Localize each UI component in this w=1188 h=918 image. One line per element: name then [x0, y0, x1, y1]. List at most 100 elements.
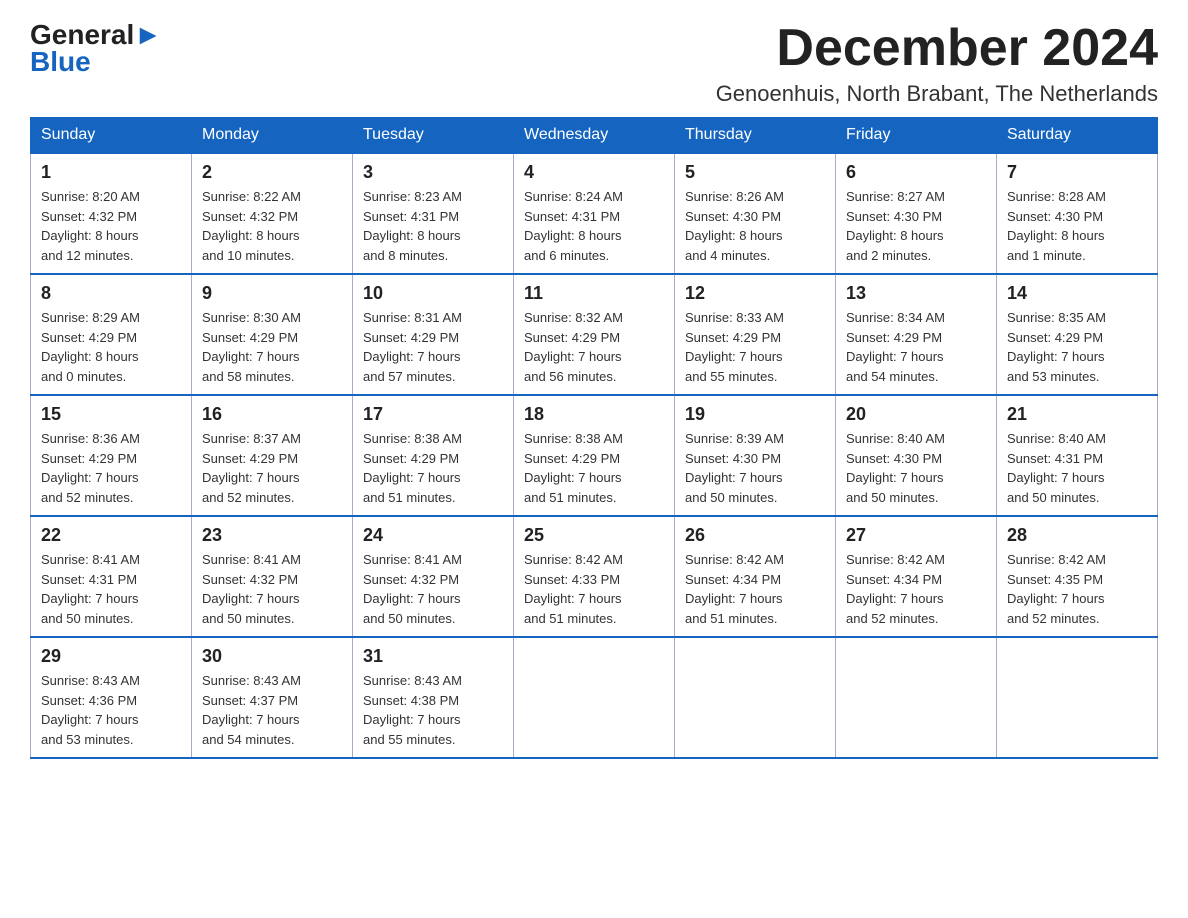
day-number: 28 [1007, 525, 1147, 546]
day-info: Sunrise: 8:36 AM Sunset: 4:29 PM Dayligh… [41, 429, 181, 507]
day-number: 14 [1007, 283, 1147, 304]
day-info: Sunrise: 8:43 AM Sunset: 4:38 PM Dayligh… [363, 671, 503, 749]
day-number: 12 [685, 283, 825, 304]
daylight-text2: and 53 minutes. [1007, 369, 1100, 384]
sunrise-text: Sunrise: 8:32 AM [524, 310, 623, 325]
daylight-text2: and 57 minutes. [363, 369, 456, 384]
daylight-text: Daylight: 8 hours [1007, 228, 1105, 243]
day-info: Sunrise: 8:42 AM Sunset: 4:34 PM Dayligh… [846, 550, 986, 628]
location-subtitle: Genoenhuis, North Brabant, The Netherlan… [716, 81, 1158, 107]
daylight-text: Daylight: 7 hours [41, 591, 139, 606]
daylight-text: Daylight: 7 hours [1007, 591, 1105, 606]
daylight-text2: and 0 minutes. [41, 369, 126, 384]
calendar-week-row: 22 Sunrise: 8:41 AM Sunset: 4:31 PM Dayl… [31, 516, 1158, 637]
daylight-text: Daylight: 8 hours [846, 228, 944, 243]
calendar-cell: 16 Sunrise: 8:37 AM Sunset: 4:29 PM Dayl… [192, 395, 353, 516]
daylight-text2: and 54 minutes. [846, 369, 939, 384]
daylight-text: Daylight: 8 hours [41, 228, 139, 243]
calendar-week-row: 8 Sunrise: 8:29 AM Sunset: 4:29 PM Dayli… [31, 274, 1158, 395]
day-number: 2 [202, 162, 342, 183]
daylight-text2: and 55 minutes. [685, 369, 778, 384]
calendar-cell: 24 Sunrise: 8:41 AM Sunset: 4:32 PM Dayl… [353, 516, 514, 637]
sunrise-text: Sunrise: 8:43 AM [363, 673, 462, 688]
daylight-text2: and 50 minutes. [846, 490, 939, 505]
sunset-text: Sunset: 4:29 PM [685, 330, 781, 345]
calendar-cell [514, 637, 675, 758]
day-number: 21 [1007, 404, 1147, 425]
daylight-text: Daylight: 7 hours [363, 349, 461, 364]
sunrise-text: Sunrise: 8:42 AM [1007, 552, 1106, 567]
sunrise-text: Sunrise: 8:40 AM [846, 431, 945, 446]
calendar-week-row: 1 Sunrise: 8:20 AM Sunset: 4:32 PM Dayli… [31, 153, 1158, 274]
calendar-cell: 20 Sunrise: 8:40 AM Sunset: 4:30 PM Dayl… [836, 395, 997, 516]
daylight-text: Daylight: 7 hours [202, 591, 300, 606]
day-number: 13 [846, 283, 986, 304]
calendar-cell: 4 Sunrise: 8:24 AM Sunset: 4:31 PM Dayli… [514, 153, 675, 274]
daylight-text: Daylight: 8 hours [202, 228, 300, 243]
day-info: Sunrise: 8:30 AM Sunset: 4:29 PM Dayligh… [202, 308, 342, 386]
sunrise-text: Sunrise: 8:26 AM [685, 189, 784, 204]
sunset-text: Sunset: 4:30 PM [685, 209, 781, 224]
calendar-cell: 28 Sunrise: 8:42 AM Sunset: 4:35 PM Dayl… [997, 516, 1158, 637]
sunrise-text: Sunrise: 8:42 AM [685, 552, 784, 567]
calendar-cell: 9 Sunrise: 8:30 AM Sunset: 4:29 PM Dayli… [192, 274, 353, 395]
daylight-text: Daylight: 7 hours [1007, 470, 1105, 485]
sunset-text: Sunset: 4:29 PM [41, 330, 137, 345]
calendar-cell: 30 Sunrise: 8:43 AM Sunset: 4:37 PM Dayl… [192, 637, 353, 758]
day-info: Sunrise: 8:41 AM Sunset: 4:32 PM Dayligh… [363, 550, 503, 628]
day-number: 18 [524, 404, 664, 425]
calendar-cell: 2 Sunrise: 8:22 AM Sunset: 4:32 PM Dayli… [192, 153, 353, 274]
day-info: Sunrise: 8:28 AM Sunset: 4:30 PM Dayligh… [1007, 187, 1147, 265]
daylight-text2: and 50 minutes. [363, 611, 456, 626]
day-number: 24 [363, 525, 503, 546]
sunset-text: Sunset: 4:37 PM [202, 693, 298, 708]
day-info: Sunrise: 8:42 AM Sunset: 4:33 PM Dayligh… [524, 550, 664, 628]
day-info: Sunrise: 8:22 AM Sunset: 4:32 PM Dayligh… [202, 187, 342, 265]
sunrise-text: Sunrise: 8:41 AM [202, 552, 301, 567]
day-info: Sunrise: 8:42 AM Sunset: 4:34 PM Dayligh… [685, 550, 825, 628]
sunset-text: Sunset: 4:35 PM [1007, 572, 1103, 587]
daylight-text2: and 54 minutes. [202, 732, 295, 747]
daylight-text: Daylight: 7 hours [685, 470, 783, 485]
sunset-text: Sunset: 4:29 PM [524, 330, 620, 345]
day-number: 1 [41, 162, 181, 183]
sunrise-text: Sunrise: 8:24 AM [524, 189, 623, 204]
calendar-cell: 3 Sunrise: 8:23 AM Sunset: 4:31 PM Dayli… [353, 153, 514, 274]
day-number: 10 [363, 283, 503, 304]
daylight-text2: and 2 minutes. [846, 248, 931, 263]
calendar-cell: 26 Sunrise: 8:42 AM Sunset: 4:34 PM Dayl… [675, 516, 836, 637]
calendar-cell: 19 Sunrise: 8:39 AM Sunset: 4:30 PM Dayl… [675, 395, 836, 516]
daylight-text2: and 55 minutes. [363, 732, 456, 747]
day-info: Sunrise: 8:40 AM Sunset: 4:30 PM Dayligh… [846, 429, 986, 507]
daylight-text: Daylight: 7 hours [363, 591, 461, 606]
calendar-cell: 5 Sunrise: 8:26 AM Sunset: 4:30 PM Dayli… [675, 153, 836, 274]
daylight-text: Daylight: 8 hours [41, 349, 139, 364]
day-info: Sunrise: 8:39 AM Sunset: 4:30 PM Dayligh… [685, 429, 825, 507]
daylight-text: Daylight: 7 hours [524, 349, 622, 364]
sunset-text: Sunset: 4:29 PM [41, 451, 137, 466]
sunrise-text: Sunrise: 8:43 AM [41, 673, 140, 688]
calendar-cell: 25 Sunrise: 8:42 AM Sunset: 4:33 PM Dayl… [514, 516, 675, 637]
day-number: 6 [846, 162, 986, 183]
day-number: 3 [363, 162, 503, 183]
sunrise-text: Sunrise: 8:40 AM [1007, 431, 1106, 446]
daylight-text: Daylight: 7 hours [685, 591, 783, 606]
daylight-text: Daylight: 7 hours [202, 470, 300, 485]
daylight-text2: and 50 minutes. [41, 611, 134, 626]
day-number: 27 [846, 525, 986, 546]
daylight-text: Daylight: 7 hours [202, 712, 300, 727]
month-title: December 2024 [716, 20, 1158, 77]
daylight-text2: and 52 minutes. [846, 611, 939, 626]
logo: General► Blue [30, 20, 162, 78]
sunset-text: Sunset: 4:30 PM [685, 451, 781, 466]
day-header-wednesday: Wednesday [514, 118, 675, 154]
daylight-text2: and 8 minutes. [363, 248, 448, 263]
day-number: 25 [524, 525, 664, 546]
sunrise-text: Sunrise: 8:31 AM [363, 310, 462, 325]
calendar-cell: 1 Sunrise: 8:20 AM Sunset: 4:32 PM Dayli… [31, 153, 192, 274]
sunset-text: Sunset: 4:32 PM [202, 572, 298, 587]
sunset-text: Sunset: 4:31 PM [1007, 451, 1103, 466]
calendar-header-row: SundayMondayTuesdayWednesdayThursdayFrid… [31, 118, 1158, 154]
sunrise-text: Sunrise: 8:38 AM [363, 431, 462, 446]
sunset-text: Sunset: 4:32 PM [202, 209, 298, 224]
